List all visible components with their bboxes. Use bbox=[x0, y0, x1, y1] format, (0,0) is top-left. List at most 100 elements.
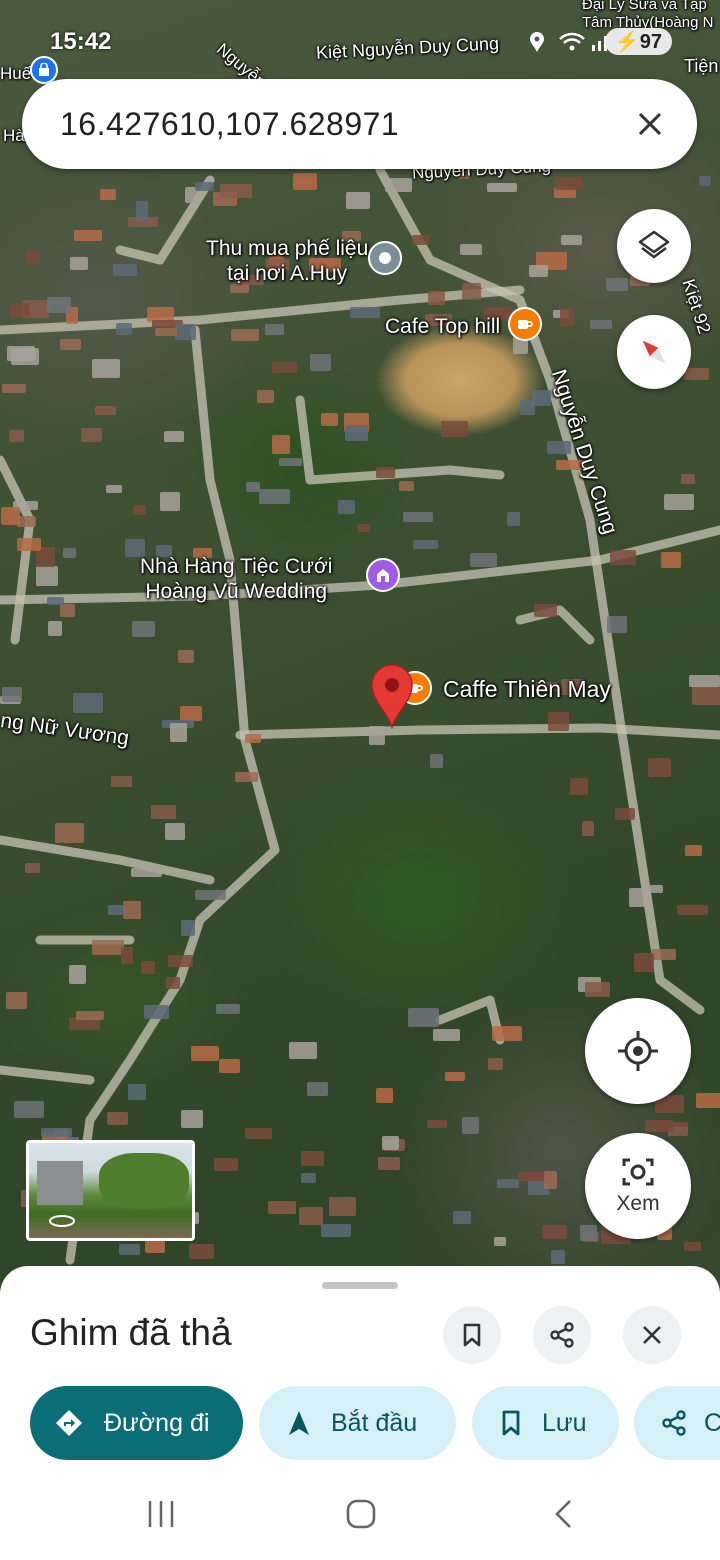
building bbox=[2, 687, 22, 703]
building bbox=[289, 1041, 317, 1060]
building bbox=[99, 189, 117, 201]
building bbox=[547, 712, 569, 732]
building bbox=[73, 693, 104, 713]
building bbox=[107, 904, 124, 915]
building bbox=[41, 1127, 73, 1138]
building bbox=[105, 485, 122, 494]
building bbox=[590, 320, 613, 329]
building bbox=[398, 481, 414, 491]
building bbox=[69, 257, 88, 271]
close-sheet-button[interactable] bbox=[623, 1306, 681, 1364]
building bbox=[132, 504, 147, 516]
building bbox=[584, 981, 611, 998]
building bbox=[244, 733, 262, 743]
building bbox=[683, 368, 709, 380]
poi-label[interactable]: Cafe Top hill bbox=[385, 314, 500, 339]
building bbox=[170, 723, 188, 742]
poi-label[interactable]: Thu mua phế liệu tại nơi A.Huy bbox=[206, 236, 368, 286]
building bbox=[271, 434, 290, 454]
building bbox=[493, 1236, 507, 1247]
building bbox=[92, 358, 121, 379]
building bbox=[555, 177, 583, 191]
building bbox=[328, 1197, 356, 1217]
search-bar[interactable]: 16.427610,107.628971 bbox=[22, 79, 697, 169]
building bbox=[488, 1058, 503, 1070]
poi-label[interactable]: Nhà Hàng Tiệc Cưới Hoàng Vũ Wedding bbox=[140, 554, 332, 604]
home-icon[interactable] bbox=[345, 1498, 377, 1530]
view-button[interactable]: Xem bbox=[585, 1133, 691, 1239]
building bbox=[300, 1172, 316, 1183]
building bbox=[407, 1008, 440, 1027]
back-icon[interactable] bbox=[548, 1498, 580, 1530]
share-icon bbox=[662, 1410, 686, 1436]
save-icon-button[interactable] bbox=[443, 1306, 501, 1364]
building bbox=[60, 603, 75, 618]
poi-label[interactable]: Caffe Thiên May bbox=[443, 677, 611, 702]
building bbox=[375, 1088, 393, 1104]
save-button[interactable]: Lưu bbox=[472, 1386, 619, 1460]
building bbox=[634, 953, 655, 972]
building bbox=[213, 1158, 238, 1172]
building bbox=[48, 620, 63, 636]
building bbox=[519, 399, 535, 415]
event-venue-icon[interactable] bbox=[366, 558, 400, 592]
share-label: C bbox=[704, 1408, 720, 1437]
building bbox=[345, 424, 368, 441]
building bbox=[680, 474, 695, 484]
building bbox=[272, 362, 298, 374]
building bbox=[113, 264, 137, 277]
building bbox=[412, 234, 430, 246]
layers-icon bbox=[638, 230, 670, 259]
building bbox=[683, 1242, 702, 1251]
building bbox=[1, 507, 20, 526]
building bbox=[16, 516, 36, 527]
share-button[interactable]: C bbox=[634, 1386, 720, 1460]
building bbox=[433, 1029, 460, 1041]
building bbox=[116, 323, 132, 335]
building bbox=[95, 406, 117, 416]
building bbox=[6, 345, 36, 361]
building bbox=[444, 1072, 466, 1082]
layers-button[interactable] bbox=[617, 209, 691, 283]
building bbox=[245, 1128, 272, 1140]
compass-button[interactable] bbox=[617, 315, 691, 389]
building bbox=[321, 412, 338, 427]
clear-search-button[interactable] bbox=[629, 103, 671, 145]
building bbox=[130, 867, 162, 877]
drag-handle[interactable] bbox=[322, 1282, 398, 1289]
building bbox=[234, 772, 259, 782]
building bbox=[382, 1136, 399, 1150]
building bbox=[532, 389, 552, 407]
directions-button[interactable]: Đường đi bbox=[30, 1386, 243, 1460]
building bbox=[80, 428, 102, 443]
place-title: Ghim đã thả bbox=[30, 1312, 232, 1353]
building bbox=[68, 964, 87, 984]
building bbox=[649, 884, 664, 893]
share-icon-button[interactable] bbox=[533, 1306, 591, 1364]
building bbox=[491, 1026, 523, 1041]
start-button[interactable]: Bắt đầu bbox=[259, 1386, 456, 1460]
building bbox=[143, 1004, 170, 1019]
dropped-pin-icon[interactable] bbox=[368, 663, 416, 729]
building bbox=[580, 1225, 598, 1241]
my-location-button[interactable] bbox=[585, 998, 691, 1104]
building bbox=[179, 706, 203, 721]
building bbox=[696, 1093, 720, 1109]
search-query[interactable]: 16.427610,107.628971 bbox=[60, 106, 399, 143]
cafe-icon[interactable] bbox=[508, 307, 542, 341]
building bbox=[413, 539, 438, 549]
building bbox=[429, 754, 444, 768]
building bbox=[178, 649, 194, 664]
pin-icon[interactable] bbox=[368, 241, 402, 275]
building bbox=[615, 808, 636, 820]
building bbox=[75, 1010, 104, 1021]
building bbox=[62, 547, 77, 558]
building bbox=[470, 553, 498, 567]
recent-apps-icon[interactable] bbox=[145, 1498, 177, 1530]
building bbox=[298, 1207, 323, 1226]
street-view-thumbnail[interactable] bbox=[26, 1140, 195, 1241]
building bbox=[377, 1156, 401, 1170]
building bbox=[46, 297, 72, 314]
building bbox=[691, 685, 720, 705]
building bbox=[529, 265, 548, 277]
